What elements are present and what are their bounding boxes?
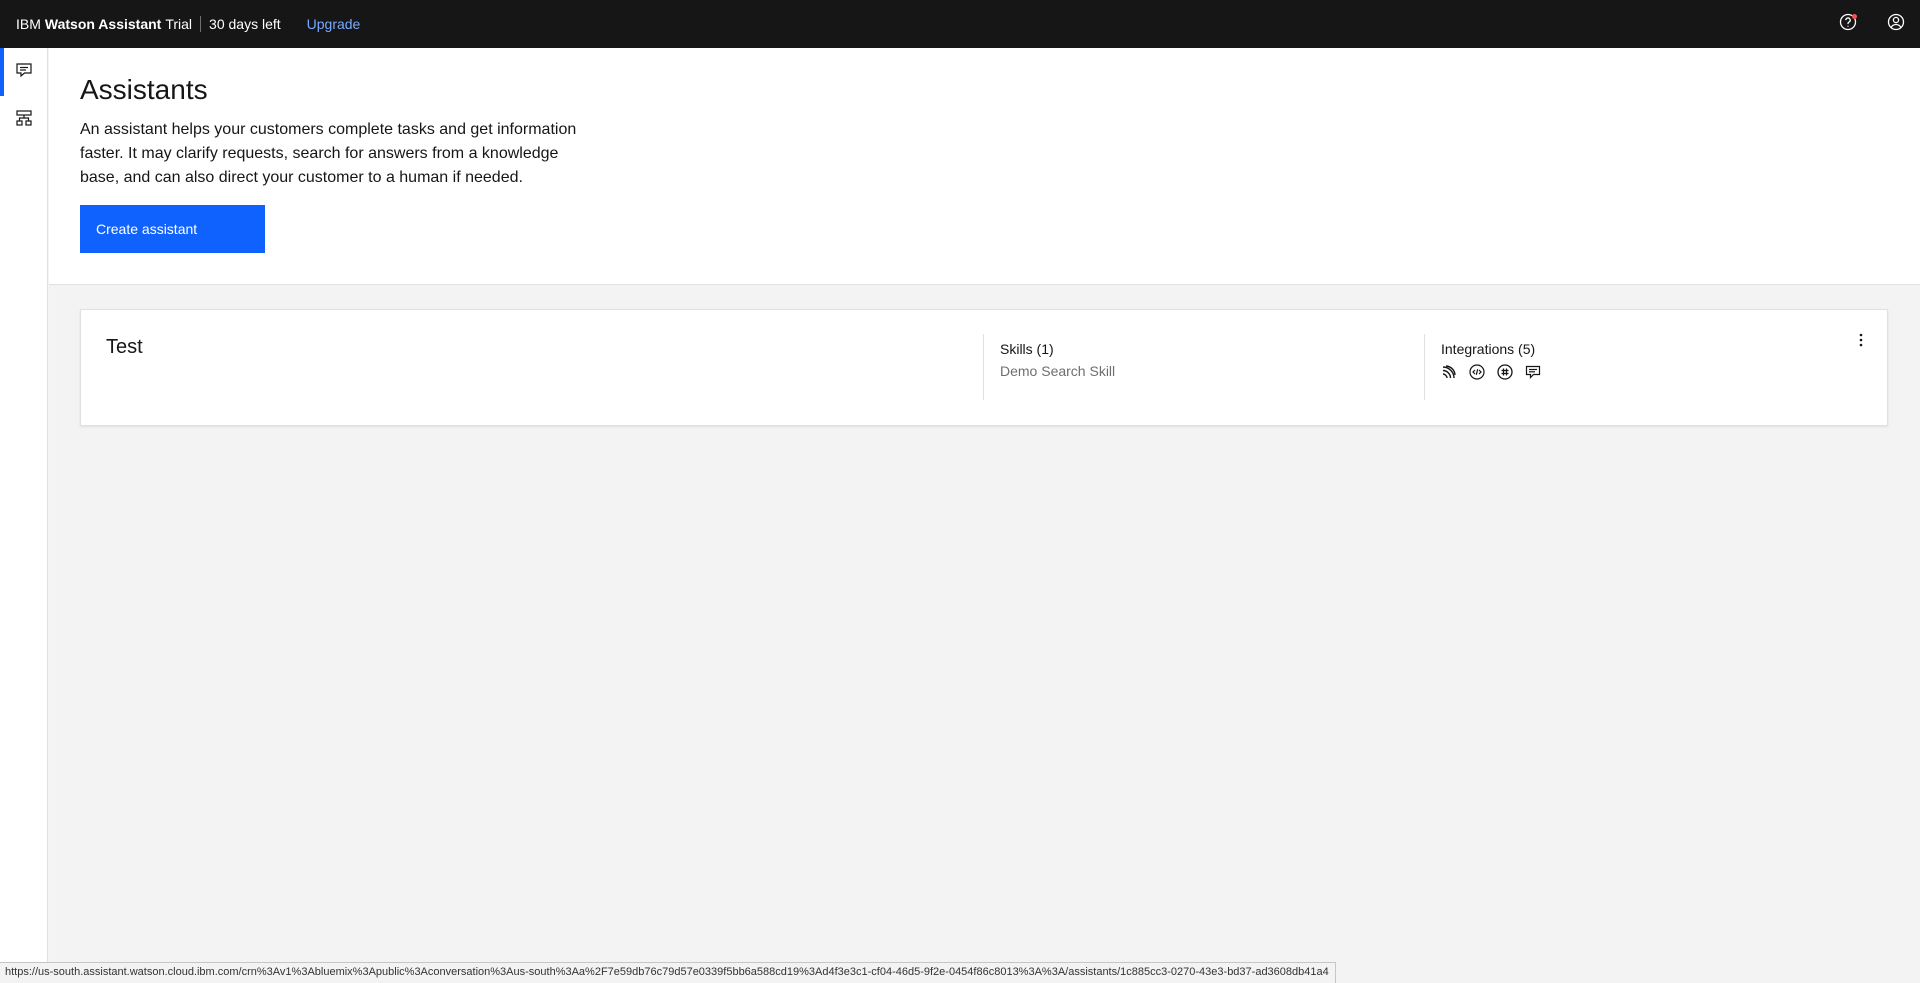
skills-title: Skills (1) xyxy=(1000,341,1054,357)
skills-section: Skills (1) Demo Search Skill xyxy=(983,334,1423,400)
nav-assistants[interactable] xyxy=(0,48,48,96)
voice-icon[interactable] xyxy=(1441,364,1457,380)
brand-ibm: IBM xyxy=(16,16,41,32)
browser-status-url: https://us-south.assistant.watson.cloud.… xyxy=(0,962,1336,983)
nav-skills[interactable] xyxy=(0,96,48,144)
trial-days-left: 30 days left xyxy=(209,16,281,32)
overflow-menu-button[interactable] xyxy=(1851,332,1871,352)
user-profile-button[interactable] xyxy=(1872,0,1920,48)
header-divider xyxy=(200,16,202,32)
skill-name: Demo Search Skill xyxy=(1000,363,1116,379)
brand-product: Watson Assistant xyxy=(44,16,162,32)
product-name[interactable]: IBM Watson Assistant Trial xyxy=(0,0,192,48)
chat-icon xyxy=(15,61,33,84)
web-chat-icon[interactable] xyxy=(1469,364,1485,380)
notification-dot xyxy=(1852,14,1857,19)
preview-chat-icon[interactable] xyxy=(1525,364,1541,380)
overflow-menu-icon xyxy=(1859,333,1863,352)
user-avatar-icon xyxy=(1887,13,1905,36)
help-button[interactable] xyxy=(1824,0,1872,48)
page-title: Assistants xyxy=(80,74,208,105)
page-header: Assistants An assistant helps your custo… xyxy=(49,48,1920,285)
page-description: An assistant helps your customers comple… xyxy=(80,121,577,186)
slack-icon[interactable] xyxy=(1497,364,1513,380)
skills-icon xyxy=(15,109,33,132)
assistants-list-area: Test Skills (1) Demo Search Skill Integr… xyxy=(49,285,1920,983)
integrations-title: Integrations (5) xyxy=(1441,341,1536,357)
side-navigation xyxy=(0,48,48,983)
upgrade-link[interactable]: Upgrade xyxy=(307,16,361,32)
assistant-card[interactable]: Test Skills (1) Demo Search Skill Integr… xyxy=(80,309,1888,426)
top-header: IBM Watson Assistant Trial 30 days left … xyxy=(0,0,1920,48)
assistant-name: Test xyxy=(106,336,143,358)
create-assistant-button[interactable]: Create assistant xyxy=(80,205,265,253)
integrations-section: Integrations (5) xyxy=(1424,334,1824,400)
brand-plan: Trial xyxy=(165,16,193,32)
